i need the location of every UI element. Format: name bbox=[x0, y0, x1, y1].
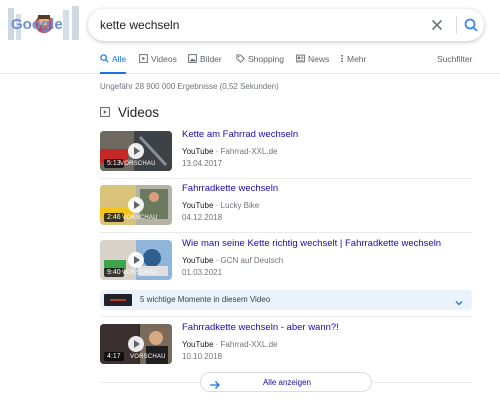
search-tools-label: Suchfilter bbox=[437, 54, 473, 64]
video-thumbnail[interactable]: 9:40 VORSCHAU bbox=[100, 240, 172, 280]
video-channel: Lucky Bike bbox=[220, 201, 260, 210]
tab-alle[interactable]: Alle bbox=[100, 54, 126, 74]
header: Google Alle Videos Bilder Shopping bbox=[0, 0, 500, 74]
video-meta: YouTube · Fahrrad-XXL.de bbox=[182, 340, 278, 349]
section-title: Videos bbox=[118, 104, 160, 120]
video-preview-label: VORSCHAU bbox=[130, 354, 166, 360]
search-tools-button[interactable]: Suchfilter bbox=[437, 54, 472, 74]
video-duration: 2:46 bbox=[104, 213, 124, 222]
video-meta: YouTube · Lucky Bike bbox=[182, 201, 260, 210]
tab-news[interactable]: News bbox=[296, 54, 329, 74]
tab-label: Videos bbox=[151, 54, 177, 64]
search-tabs: Alle Videos Bilder Shopping News Mehr Su… bbox=[0, 50, 500, 74]
video-title-link[interactable]: Fahrradkette wechseln bbox=[182, 183, 278, 194]
video-title-link[interactable]: Fahrradkette wechseln - aber wann?! bbox=[182, 322, 339, 333]
tab-label: Mehr bbox=[347, 54, 367, 64]
video-icon bbox=[139, 54, 148, 63]
google-doodle-logo[interactable]: Google bbox=[8, 4, 82, 44]
play-icon bbox=[128, 143, 144, 159]
video-date: 04.12.2018 bbox=[182, 213, 223, 222]
tab-videos[interactable]: Videos bbox=[139, 54, 177, 74]
video-thumbnail[interactable]: 4:17 VORSCHAU bbox=[100, 324, 172, 364]
video-duration: 9:40 bbox=[104, 268, 124, 277]
tab-bilder[interactable]: Bilder bbox=[188, 54, 222, 74]
video-source: YouTube bbox=[182, 340, 214, 349]
video-title-link[interactable]: Wie man seine Kette richtig wechselt | F… bbox=[182, 238, 441, 249]
video-channel: Fahrrad-XXL.de bbox=[220, 340, 278, 349]
video-icon bbox=[100, 107, 110, 117]
video-channel: GCN auf Deutsch bbox=[220, 256, 284, 265]
video-meta: YouTube · GCN auf Deutsch bbox=[182, 256, 284, 265]
video-preview-label: VORSCHAU bbox=[122, 215, 158, 221]
video-result[interactable]: 9:40 VORSCHAU Wie man seine Kette richti… bbox=[100, 238, 472, 288]
image-icon bbox=[188, 54, 197, 63]
key-moments-expander[interactable]: 5 wichtige Momente in diesem Video bbox=[100, 290, 472, 310]
video-result[interactable]: 2:46 VORSCHAU Fahrradkette wechseln YouT… bbox=[100, 183, 472, 233]
video-source: YouTube bbox=[182, 147, 214, 156]
video-thumbnail[interactable]: 5:13 VORSCHAU bbox=[100, 131, 172, 171]
video-title-link[interactable]: Kette am Fahrrad wechseln bbox=[182, 129, 298, 140]
video-date: 01.03.2021 bbox=[182, 268, 223, 277]
tag-icon bbox=[236, 54, 245, 63]
video-preview-label: VORSCHAU bbox=[122, 270, 158, 276]
video-duration: 4:17 bbox=[104, 352, 124, 361]
close-icon[interactable] bbox=[428, 16, 446, 34]
play-icon bbox=[128, 252, 144, 268]
result-stats: Ungefähr 28 900 000 Ergebnisse (0,52 Sek… bbox=[100, 82, 279, 91]
moments-label: 5 wichtige Momente in diesem Video bbox=[140, 295, 271, 304]
video-meta: YouTube · Fahrrad-XXL.de bbox=[182, 147, 278, 156]
video-preview-label: VORSCHAU bbox=[120, 161, 156, 167]
tab-label: Shopping bbox=[248, 54, 284, 64]
show-all-label: Alle anzeigen bbox=[262, 378, 312, 387]
tab-label: Alle bbox=[112, 54, 127, 64]
search-divider bbox=[456, 16, 457, 34]
show-all-button[interactable]: Alle anzeigen bbox=[200, 372, 372, 392]
video-date: 13.04.2017 bbox=[182, 159, 223, 168]
play-icon bbox=[128, 336, 144, 352]
chevron-down-icon[interactable] bbox=[454, 295, 464, 313]
search-icon bbox=[100, 54, 109, 63]
more-vertical-icon bbox=[341, 54, 343, 63]
video-channel: Fahrrad-XXL.de bbox=[220, 147, 278, 156]
video-date: 10.10.2018 bbox=[182, 352, 223, 361]
search-icon[interactable] bbox=[462, 16, 480, 34]
news-icon bbox=[296, 54, 305, 63]
video-thumbnail[interactable]: 2:46 VORSCHAU bbox=[100, 185, 172, 225]
moments-thumbnail bbox=[104, 294, 132, 306]
tab-label: News bbox=[308, 54, 330, 64]
row-divider bbox=[100, 232, 472, 233]
play-icon bbox=[128, 197, 144, 213]
tab-label: Bilder bbox=[200, 54, 222, 64]
tab-mehr[interactable]: Mehr bbox=[340, 54, 366, 74]
video-result[interactable]: 5:13 VORSCHAU Kette am Fahrrad wechseln … bbox=[100, 129, 472, 179]
logo-text: Google bbox=[11, 16, 63, 33]
tab-shopping[interactable]: Shopping bbox=[236, 54, 284, 74]
videos-section-header: Videos bbox=[100, 103, 159, 121]
search-box bbox=[88, 9, 484, 41]
video-source: YouTube bbox=[182, 201, 214, 210]
row-divider bbox=[100, 178, 472, 179]
video-result[interactable]: 4:17 VORSCHAU Fahrradkette wechseln - ab… bbox=[100, 322, 472, 372]
video-source: YouTube bbox=[182, 256, 214, 265]
row-divider bbox=[100, 316, 472, 317]
search-input[interactable] bbox=[100, 9, 420, 41]
